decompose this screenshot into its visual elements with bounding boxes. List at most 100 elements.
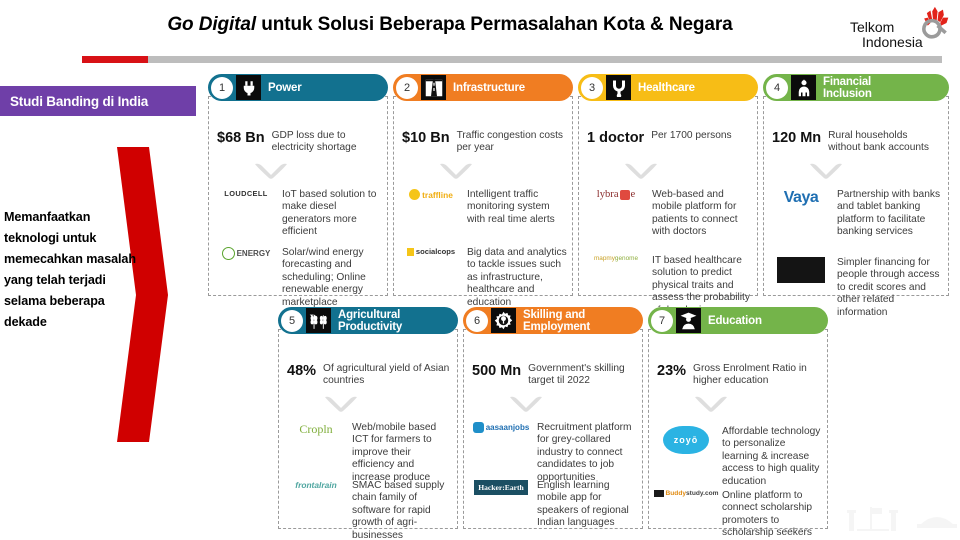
stethoscope-icon <box>606 75 631 100</box>
page-title-rest: untuk Solusi Beberapa Permasalahan Kota … <box>256 14 733 35</box>
card-header[interactable]: 3 Healthcare <box>578 74 758 101</box>
card-stat-value: 48% <box>287 363 317 379</box>
card-title: Education <box>708 314 762 327</box>
chevron-down-icon <box>694 396 728 412</box>
card-body: $68 Bn GDP loss due to electricity shorta… <box>208 96 388 308</box>
card-number-badge: 1 <box>211 76 233 99</box>
card-title: Healthcare <box>638 81 695 94</box>
card-body: 120 Mn Rural households without bank acco… <box>763 96 949 318</box>
card-stat: 120 Mn Rural households without bank acco… <box>772 130 942 155</box>
card-solution-item: zoyō Affordable technology to personalize… <box>655 426 822 488</box>
card-solution-item: Cropln Web/mobile based ICT for farmers t… <box>285 422 452 484</box>
card-solution-text: Web/mobile based ICT for farmers to impr… <box>352 422 437 483</box>
page-title-emphasis: Go Digital <box>167 14 257 35</box>
card-stat: $10 Bn Traffic congestion costs per year <box>402 130 566 155</box>
card-header[interactable]: 4 Financial Inclusion <box>763 74 949 101</box>
card-healthcare[interactable]: 1 doctor Per 1700 persons lybra e Web-based … <box>578 74 758 328</box>
card-header[interactable]: 2 Infrastructure <box>393 74 573 101</box>
card-title: Financial Inclusion <box>823 75 872 100</box>
card-agricultural-productivity[interactable]: 48% Of agricultural yield of Asian countr… <box>278 307 458 540</box>
card-stat-description: Per 1700 persons <box>651 130 732 141</box>
slide-root: Go Digital untuk Solusi Beberapa Permasa… <box>0 0 960 540</box>
card-skilling-and-employment[interactable]: 500 Mn Government's skilling target til 2… <box>463 307 643 529</box>
card-stat-value: $68 Bn <box>217 130 265 146</box>
card-infrastructure[interactable]: $10 Bn Traffic congestion costs per year t… <box>393 74 573 308</box>
wheat-icon <box>306 308 331 333</box>
creditmantri-logo <box>770 257 832 283</box>
card-stat-description: Gross Enrolment Ratio in higher educatio… <box>693 363 807 387</box>
buddystudy-logo: Buddystudy.com <box>653 490 719 497</box>
card-solution-item: LOUDCELL IoT based solution to make diese… <box>215 189 382 239</box>
card-number-badge: 5 <box>281 309 303 332</box>
card-body: 23% Gross Enrolment Ratio in higher educa… <box>648 329 828 540</box>
card-solution-item: aasaanjobs Recruitment platform for grey-… <box>470 422 637 484</box>
chevron-down-icon <box>254 163 288 179</box>
loudcell-logo: LOUDCELL <box>224 189 268 198</box>
card-education[interactable]: 23% Gross Enrolment Ratio in higher educa… <box>648 307 828 540</box>
title-divider <box>82 56 942 63</box>
card-solution-item: lybra e Web-based and mobile platform for … <box>585 189 752 239</box>
card-solution-item: Buddystudy.com Online platform to connect… <box>653 490 822 540</box>
card-solution-item: traffline Intelligent traffic monitoring … <box>400 189 567 226</box>
skyline-watermark-icon <box>847 507 898 531</box>
plug-icon <box>236 75 261 100</box>
card-number-badge: 4 <box>766 76 788 99</box>
card-solution-item: frontalrain SMAC based supply chain famil… <box>285 480 452 540</box>
cropin-logo: Cropln <box>299 422 333 436</box>
telkom-logo-text: Telkom Indonesia <box>850 20 923 50</box>
graduate-icon <box>676 308 701 333</box>
card-number-badge: 7 <box>651 309 673 332</box>
gear-idea-icon <box>491 308 516 333</box>
card-stat-description: Rural households without bank accounts <box>828 130 929 154</box>
card-stat: 500 Mn Government's skilling target til 2… <box>472 363 636 388</box>
card-solution-item: ENERGY Solar/wind energy forecasting and … <box>215 247 382 309</box>
card-solution-item: Vaya Partnership with banks and tablet ba… <box>770 189 943 239</box>
card-stat-value: 500 Mn <box>472 363 522 379</box>
card-title: Power <box>268 81 302 94</box>
chevron-down-icon <box>809 163 843 179</box>
card-stat: 23% Gross Enrolment Ratio in higher educa… <box>657 363 821 388</box>
card-body: $10 Bn Traffic congestion costs per year t… <box>393 96 573 308</box>
card-stat: 48% Of agricultural yield of Asian countr… <box>287 363 451 388</box>
telkom-logo: Telkom Indonesia <box>846 6 954 58</box>
card-solution-text: Web-based and mobile platform for patien… <box>652 189 738 238</box>
card-header[interactable]: 6 Skilling and Employment <box>463 307 643 334</box>
card-solution-text: English learning mobile app for speakers… <box>537 480 629 529</box>
card-stat-value: $10 Bn <box>402 130 450 146</box>
socialcops-logo: socialcops <box>400 247 462 256</box>
card-header[interactable]: 1 Power <box>208 74 388 101</box>
card-solution-text: IoT based solution to make diesel genera… <box>282 189 377 238</box>
telkom-logo-line1: Telkom <box>850 19 895 35</box>
mapmygenome-logo: mapmygenome <box>593 255 639 262</box>
card-stat: 1 doctor Per 1700 persons <box>587 130 751 146</box>
card-header[interactable]: 7 Education <box>648 307 828 334</box>
chevron-down-icon <box>324 396 358 412</box>
card-power[interactable]: $68 Bn GDP loss due to electricity shorta… <box>208 74 388 308</box>
card-number-badge: 3 <box>581 76 603 99</box>
telkom-logo-line2: Indonesia <box>862 34 923 50</box>
card-financial-inclusion[interactable]: 120 Mn Rural households without bank acco… <box>763 74 949 318</box>
reconnect-energy-logo: ENERGY <box>215 247 277 260</box>
card-stat-description: Of agricultural yield of Asian countries <box>323 363 450 387</box>
card-stat-value: 23% <box>657 363 687 379</box>
card-body: 48% Of agricultural yield of Asian countr… <box>278 329 458 540</box>
card-header[interactable]: 5 Agricultural Productivity <box>278 307 458 334</box>
card-number-badge: 2 <box>396 76 418 99</box>
chevron-down-icon <box>509 396 543 412</box>
card-title: Infrastructure <box>453 81 525 94</box>
title-divider-accent <box>82 56 148 63</box>
card-stat-value: 120 Mn <box>772 130 822 146</box>
card-stat-description: Traffic congestion costs per year <box>456 130 564 154</box>
card-solution-text: Big data and analytics to tackle issues … <box>467 247 567 308</box>
monument-watermark-icon <box>917 517 957 528</box>
vaya-logo: Vaya <box>783 189 819 206</box>
card-title: Agricultural Productivity <box>338 308 403 333</box>
card-solution-text: Affordable technology to personalize lea… <box>722 426 821 487</box>
telkom-hand-icon <box>922 6 949 39</box>
card-stat: $68 Bn GDP loss due to electricity shorta… <box>217 130 381 155</box>
section-badge: Studi Banding di India <box>0 86 196 116</box>
lybrate-logo: lybra e <box>596 189 636 200</box>
card-solution-text: Intelligent traffic monitoring system wi… <box>467 189 555 225</box>
card-solution-item: Hacker:Earth English learning mobile app … <box>470 480 637 530</box>
card-solution-text: Partnership with banks and tablet bankin… <box>837 189 941 238</box>
